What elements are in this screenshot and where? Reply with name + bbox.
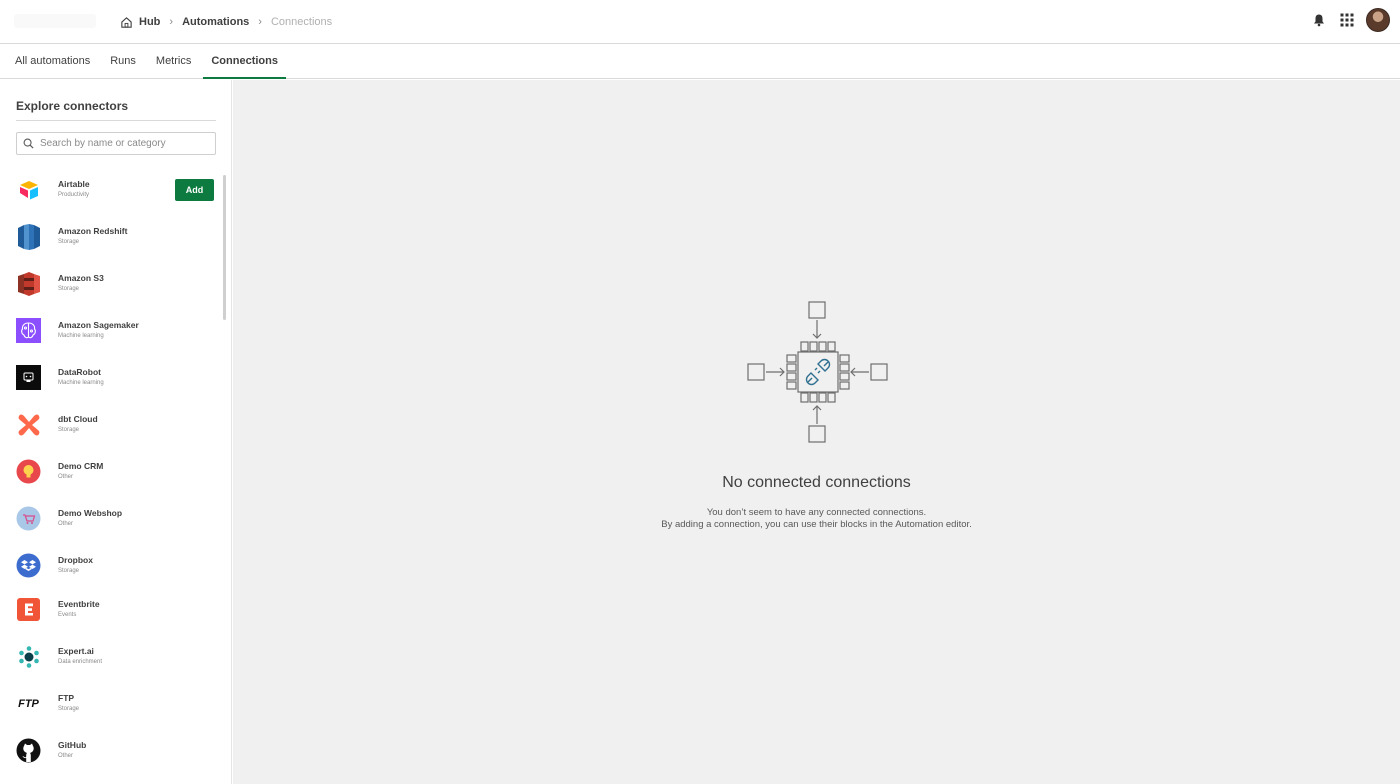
top-bar: Hub › Automations › Connections — [0, 0, 1400, 44]
eventbrite-icon — [16, 597, 41, 622]
connector-category: Productivity — [58, 192, 90, 198]
connector-category: Machine learning — [58, 380, 104, 386]
connector-item-amazon-redshift[interactable]: Amazon Redshift Storage — [0, 218, 222, 265]
connector-item-eventbrite[interactable]: Eventbrite Events — [0, 591, 222, 638]
notifications-bell-icon[interactable] — [1312, 13, 1326, 27]
connector-name: Amazon S3 — [58, 273, 104, 283]
connector-category: Storage — [58, 286, 80, 292]
connector-category: Machine learning — [58, 333, 104, 339]
connector-category: Data enrichment — [58, 659, 103, 665]
chevron-right-icon: › — [258, 16, 262, 28]
empty-state-title: No connected connections — [722, 474, 911, 491]
connector-category: Other — [58, 521, 74, 527]
demo-webshop-icon — [16, 506, 41, 531]
connector-item-amazon-s3[interactable]: Amazon S3 Storage — [0, 265, 222, 312]
connector-category: Storage — [58, 706, 80, 712]
breadcrumb: Hub › Automations › Connections — [120, 0, 332, 44]
datarobot-icon — [16, 365, 41, 390]
connector-name: Amazon Sagemaker — [58, 320, 139, 330]
tab-connections[interactable]: Connections — [203, 44, 286, 79]
chevron-right-icon: › — [169, 16, 174, 28]
amazon-sagemaker-icon — [16, 318, 41, 343]
sidebar-title: Explore connectors — [16, 99, 129, 113]
amazon-s3-icon — [16, 271, 41, 296]
connectors-sidebar: Explore connectors Airtable Productivity… — [0, 80, 232, 784]
breadcrumb-automations-label: Automations — [182, 16, 250, 28]
dropbox-icon — [16, 553, 41, 578]
ftp-icon: FTP — [18, 697, 39, 710]
home-icon — [121, 16, 132, 28]
connections-main-panel: No connected connections You don’t seem … — [233, 80, 1400, 784]
connector-name: Expert.ai — [58, 646, 94, 656]
demo-crm-icon — [16, 459, 41, 484]
search-input[interactable] — [40, 138, 210, 149]
connector-name: Airtable — [58, 179, 90, 189]
connector-name: Eventbrite — [58, 599, 100, 609]
tab-all-automations[interactable]: All automations — [15, 44, 90, 78]
connector-name: Dropbox — [58, 555, 93, 565]
connector-item-demo-webshop[interactable]: Demo Webshop Other — [0, 500, 222, 547]
connector-search[interactable] — [16, 132, 216, 155]
connector-category: Storage — [58, 239, 80, 245]
connector-item-ftp[interactable]: FTP FTP Storage — [0, 685, 222, 732]
connector-name: GitHub — [58, 740, 87, 750]
breadcrumb-current-label: Connections — [270, 16, 333, 28]
connector-item-expert-ai[interactable]: Expert.ai Data enrichment — [0, 638, 222, 685]
empty-state-description-line2: By adding a connection, you can use thei… — [661, 519, 972, 530]
connector-category: Events — [58, 612, 77, 618]
connector-item-demo-crm[interactable]: Demo CRM Other — [0, 453, 222, 500]
connector-name: Demo CRM — [58, 461, 104, 471]
search-icon — [23, 138, 34, 149]
breadcrumb-hub-label: Hub — [139, 16, 161, 28]
connector-item-airtable[interactable]: Airtable Productivity Add — [0, 171, 222, 218]
amazon-redshift-icon — [16, 223, 41, 250]
connector-category: Storage — [58, 568, 80, 574]
connector-list: Airtable Productivity Add Amazon Redshif… — [0, 171, 222, 779]
dbt-cloud-icon — [16, 412, 41, 437]
divider — [16, 120, 216, 121]
expert-ai-icon — [16, 644, 41, 669]
tab-bar: All automations Runs Metrics Connections — [0, 44, 1400, 79]
app-logo[interactable] — [14, 14, 96, 28]
github-icon — [16, 738, 41, 763]
connector-item-dropbox[interactable]: Dropbox Storage — [0, 547, 222, 591]
plug-connector-illustration-icon — [747, 301, 888, 443]
connector-category: Storage — [58, 427, 80, 433]
connector-item-datarobot[interactable]: DataRobot Machine learning — [0, 359, 222, 406]
connector-name: Demo Webshop — [58, 508, 123, 518]
connector-category: Other — [58, 474, 74, 480]
connector-name: Amazon Redshift — [58, 226, 128, 236]
connector-item-dbt-cloud[interactable]: dbt Cloud Storage — [0, 406, 222, 453]
breadcrumb-current: Connections — [271, 16, 332, 28]
app-launcher-grid-icon[interactable] — [1340, 13, 1354, 27]
connector-name: dbt Cloud — [58, 414, 98, 424]
connector-item-amazon-sagemaker[interactable]: Amazon Sagemaker Machine learning — [0, 312, 222, 359]
connector-name: DataRobot — [58, 367, 101, 377]
tab-runs[interactable]: Runs — [110, 44, 136, 78]
tab-metrics[interactable]: Metrics — [156, 44, 191, 78]
breadcrumb-hub[interactable]: Hub — [120, 16, 160, 29]
connector-category: Other — [58, 753, 74, 759]
connector-item-github[interactable]: GitHub Other — [0, 732, 222, 779]
breadcrumb-automations[interactable]: Automations — [182, 16, 249, 28]
empty-state-description-line1: You don’t seem to have any connected con… — [706, 507, 927, 518]
add-connector-button[interactable]: Add — [175, 179, 214, 201]
user-avatar[interactable] — [1366, 8, 1390, 32]
airtable-icon — [16, 177, 41, 202]
sidebar-scrollbar[interactable] — [223, 175, 226, 320]
connector-name: FTP — [58, 693, 75, 703]
